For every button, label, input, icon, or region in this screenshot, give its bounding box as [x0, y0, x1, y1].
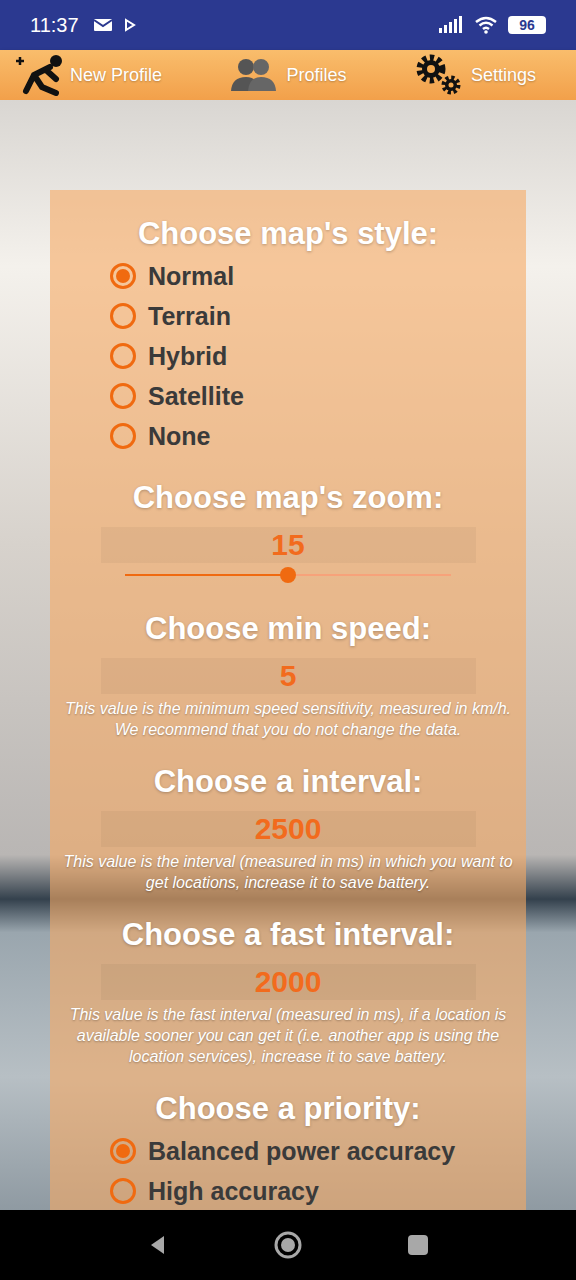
toolbar-item[interactable]: Settings: [413, 53, 536, 97]
toolbar: New Profile Profiles Settings: [0, 50, 576, 100]
new-profile-icon: [12, 53, 64, 97]
radio-button[interactable]: [110, 1178, 136, 1204]
setting-section: Choose map's style: Normal Terrain Hybrid Sa…: [50, 216, 526, 456]
radio-button[interactable]: [110, 303, 136, 329]
radio-option[interactable]: Normal: [110, 256, 526, 296]
background-photo: Choose map's style: Normal Terrain Hybrid Sa…: [0, 100, 576, 1210]
slider-track: [125, 574, 451, 576]
zoom-slider[interactable]: [125, 563, 451, 587]
radio-option[interactable]: Hybrid: [110, 336, 526, 376]
setting-title: Choose map's style:: [50, 216, 526, 252]
toolbar-label: Profiles: [286, 65, 346, 86]
setting-section: Choose a interval: 2500 This value is the …: [50, 764, 526, 893]
radio-label: High accuracy: [148, 1177, 319, 1206]
back-icon[interactable]: [146, 1233, 170, 1257]
setting-title: Choose a priority:: [50, 1091, 526, 1127]
setting-title: Choose min speed:: [50, 611, 526, 647]
radio-dot: [116, 269, 130, 283]
setting-section: Choose a priority: Balanced power accurac…: [50, 1091, 526, 1210]
radio-option[interactable]: High accuracy: [110, 1171, 526, 1210]
setting-title: Choose a interval:: [50, 764, 526, 800]
radio-button[interactable]: [110, 423, 136, 449]
value-field[interactable]: 2000: [101, 964, 476, 1000]
radio-button[interactable]: [110, 1138, 136, 1164]
radio-label: Hybrid: [148, 342, 227, 371]
value-field[interactable]: 5: [101, 658, 476, 694]
screen: 11:37 96 New Profile Profiles Settings Choose…: [0, 0, 576, 1280]
status-bar: 11:37 96: [0, 0, 576, 50]
radio-option[interactable]: Balanced power accuracy: [110, 1131, 526, 1171]
slider-thumb[interactable]: [280, 567, 296, 583]
radio-label: Normal: [148, 262, 234, 291]
radio-button[interactable]: [110, 383, 136, 409]
toolbar-item[interactable]: Profiles: [228, 55, 346, 95]
mail-icon: [93, 17, 113, 33]
value-field[interactable]: 2500: [101, 811, 476, 847]
radio-label: Balanced power accuracy: [148, 1137, 455, 1166]
radio-label: Terrain: [148, 302, 231, 331]
play-icon: [123, 18, 137, 32]
radio-label: None: [148, 422, 211, 451]
setting-section: Choose map's zoom: 15: [50, 480, 526, 587]
home-icon[interactable]: [273, 1230, 303, 1260]
status-time: 11:37: [30, 14, 79, 37]
recents-icon[interactable]: [406, 1233, 430, 1257]
radio-option[interactable]: Satellite: [110, 376, 526, 416]
setting-title: Choose map's zoom:: [50, 480, 526, 516]
radio-dot: [116, 1144, 130, 1158]
radio-option[interactable]: None: [110, 416, 526, 456]
battery-indicator: 96: [508, 16, 546, 34]
setting-title: Choose a fast interval:: [50, 917, 526, 953]
setting-hint: This value is the interval (measured in …: [50, 851, 526, 893]
radio-option[interactable]: Terrain: [110, 296, 526, 336]
radio-button[interactable]: [110, 343, 136, 369]
setting-hint: This value is the minimum speed sensitiv…: [50, 698, 526, 740]
toolbar-label: New Profile: [70, 65, 162, 86]
radio-label: Satellite: [148, 382, 244, 411]
profiles-icon: [228, 55, 280, 95]
slider-fill: [125, 574, 288, 576]
gears-icon: [413, 53, 465, 97]
radio-group: Balanced power accuracy High accuracy: [50, 1131, 526, 1210]
toolbar-item[interactable]: New Profile: [12, 53, 162, 97]
nav-bar: [0, 1210, 576, 1280]
settings-panel: Choose map's style: Normal Terrain Hybrid Sa…: [50, 190, 526, 1210]
radio-group: Normal Terrain Hybrid Satellite None: [50, 256, 526, 456]
toolbar-label: Settings: [471, 65, 536, 86]
wifi-icon: [474, 16, 498, 34]
radio-button[interactable]: [110, 263, 136, 289]
setting-hint: This value is the fast interval (measure…: [50, 1004, 526, 1067]
value-field: 15: [101, 527, 476, 563]
setting-section: Choose a fast interval: 2000 This value is…: [50, 917, 526, 1067]
setting-section: Choose min speed: 5 This value is the mini…: [50, 611, 526, 740]
signal-icon: [438, 16, 464, 34]
